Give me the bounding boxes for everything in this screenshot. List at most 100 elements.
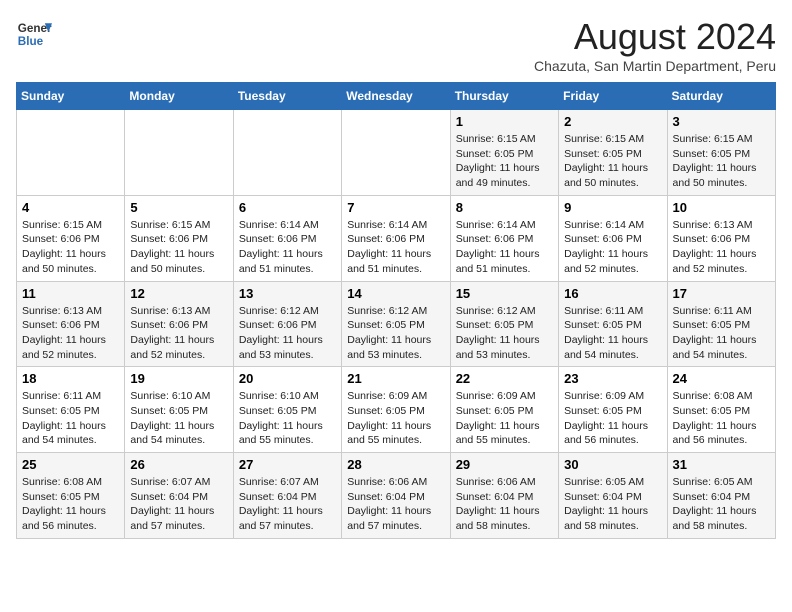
calendar-cell: 17 Sunrise: 6:11 AM Sunset: 6:05 PM Dayli… [667, 281, 775, 367]
day-info: Sunrise: 6:13 AM Sunset: 6:06 PM Dayligh… [22, 304, 119, 363]
calendar-week-row: 11Sunrise: 6:13 AM Sunset: 6:06 PM Dayli… [17, 281, 776, 367]
day-number: 16 [564, 286, 661, 301]
day-info: Sunrise: 6:14 AM Sunset: 6:06 PM Dayligh… [239, 218, 336, 277]
calendar-cell: 14 Sunrise: 6:12 AM Sunset: 6:05 PM Dayli… [342, 281, 450, 367]
calendar-cell: 12Sunrise: 6:13 AM Sunset: 6:06 PM Dayli… [125, 281, 233, 367]
calendar-week-row: 4 Sunrise: 6:15 AM Sunset: 6:06 PM Daylig… [17, 195, 776, 281]
calendar-table: SundayMondayTuesdayWednesdayThursdayFrid… [16, 82, 776, 539]
weekday-header: Wednesday [342, 83, 450, 110]
calendar-cell: 19 Sunrise: 6:10 AM Sunset: 6:05 PM Dayli… [125, 367, 233, 453]
day-info: Sunrise: 6:15 AM Sunset: 6:06 PM Dayligh… [22, 218, 119, 277]
calendar-cell: 25Sunrise: 6:08 AM Sunset: 6:05 PM Dayli… [17, 453, 125, 539]
day-info: Sunrise: 6:13 AM Sunset: 6:06 PM Dayligh… [673, 218, 770, 277]
calendar-cell [125, 110, 233, 196]
day-number: 30 [564, 457, 661, 472]
day-info: Sunrise: 6:15 AM Sunset: 6:05 PM Dayligh… [673, 132, 770, 191]
calendar-week-row: 1 Sunrise: 6:15 AM Sunset: 6:05 PM Daylig… [17, 110, 776, 196]
calendar-body: 1 Sunrise: 6:15 AM Sunset: 6:05 PM Daylig… [17, 110, 776, 539]
calendar-cell: 23 Sunrise: 6:09 AM Sunset: 6:05 PM Dayli… [559, 367, 667, 453]
day-info: Sunrise: 6:05 AM Sunset: 6:04 PM Dayligh… [673, 475, 770, 534]
day-info: Sunrise: 6:11 AM Sunset: 6:05 PM Dayligh… [673, 304, 770, 363]
day-number: 31 [673, 457, 770, 472]
day-number: 3 [673, 114, 770, 129]
location: Chazuta, San Martin Department, Peru [534, 58, 776, 74]
day-number: 7 [347, 200, 444, 215]
calendar-cell: 15 Sunrise: 6:12 AM Sunset: 6:05 PM Dayli… [450, 281, 558, 367]
calendar-cell: 16 Sunrise: 6:11 AM Sunset: 6:05 PM Dayli… [559, 281, 667, 367]
calendar-cell: 10Sunrise: 6:13 AM Sunset: 6:06 PM Dayli… [667, 195, 775, 281]
calendar-cell: 26 Sunrise: 6:07 AM Sunset: 6:04 PM Dayli… [125, 453, 233, 539]
calendar-cell: 1Sunrise: 6:15 AM Sunset: 6:05 PM Daylig… [450, 110, 558, 196]
day-info: Sunrise: 6:11 AM Sunset: 6:05 PM Dayligh… [564, 304, 661, 363]
day-number: 22 [456, 371, 553, 386]
calendar-cell: 7 Sunrise: 6:14 AM Sunset: 6:06 PM Daylig… [342, 195, 450, 281]
weekday-header: Sunday [17, 83, 125, 110]
day-info: Sunrise: 6:12 AM Sunset: 6:05 PM Dayligh… [456, 304, 553, 363]
weekday-header: Tuesday [233, 83, 341, 110]
day-number: 18 [22, 371, 119, 386]
day-info: Sunrise: 6:14 AM Sunset: 6:06 PM Dayligh… [456, 218, 553, 277]
day-info: Sunrise: 6:11 AM Sunset: 6:05 PM Dayligh… [22, 389, 119, 448]
weekday-header: Friday [559, 83, 667, 110]
title-block: August 2024 Chazuta, San Martin Departme… [534, 16, 776, 74]
day-info: Sunrise: 6:05 AM Sunset: 6:04 PM Dayligh… [564, 475, 661, 534]
day-number: 2 [564, 114, 661, 129]
day-info: Sunrise: 6:15 AM Sunset: 6:05 PM Dayligh… [564, 132, 661, 191]
day-number: 27 [239, 457, 336, 472]
day-info: Sunrise: 6:07 AM Sunset: 6:04 PM Dayligh… [130, 475, 227, 534]
day-number: 4 [22, 200, 119, 215]
day-info: Sunrise: 6:10 AM Sunset: 6:05 PM Dayligh… [130, 389, 227, 448]
day-info: Sunrise: 6:09 AM Sunset: 6:05 PM Dayligh… [347, 389, 444, 448]
day-info: Sunrise: 6:09 AM Sunset: 6:05 PM Dayligh… [564, 389, 661, 448]
weekday-header: Thursday [450, 83, 558, 110]
calendar-week-row: 18 Sunrise: 6:11 AM Sunset: 6:05 PM Dayli… [17, 367, 776, 453]
logo: General Blue [16, 16, 52, 52]
calendar-cell [233, 110, 341, 196]
day-number: 14 [347, 286, 444, 301]
day-number: 13 [239, 286, 336, 301]
day-number: 26 [130, 457, 227, 472]
page-header: General Blue August 2024 Chazuta, San Ma… [16, 16, 776, 74]
day-info: Sunrise: 6:12 AM Sunset: 6:05 PM Dayligh… [347, 304, 444, 363]
weekday-header: Saturday [667, 83, 775, 110]
day-info: Sunrise: 6:09 AM Sunset: 6:05 PM Dayligh… [456, 389, 553, 448]
calendar-cell: 28 Sunrise: 6:06 AM Sunset: 6:04 PM Dayli… [342, 453, 450, 539]
calendar-cell [17, 110, 125, 196]
day-info: Sunrise: 6:12 AM Sunset: 6:06 PM Dayligh… [239, 304, 336, 363]
day-info: Sunrise: 6:14 AM Sunset: 6:06 PM Dayligh… [347, 218, 444, 277]
day-number: 9 [564, 200, 661, 215]
calendar-cell: 4 Sunrise: 6:15 AM Sunset: 6:06 PM Daylig… [17, 195, 125, 281]
calendar-cell: 11Sunrise: 6:13 AM Sunset: 6:06 PM Dayli… [17, 281, 125, 367]
calendar-cell: 30 Sunrise: 6:05 AM Sunset: 6:04 PM Dayli… [559, 453, 667, 539]
calendar-cell: 22 Sunrise: 6:09 AM Sunset: 6:05 PM Dayli… [450, 367, 558, 453]
calendar-cell: 13 Sunrise: 6:12 AM Sunset: 6:06 PM Dayli… [233, 281, 341, 367]
day-number: 21 [347, 371, 444, 386]
calendar-cell: 29Sunrise: 6:06 AM Sunset: 6:04 PM Dayli… [450, 453, 558, 539]
day-number: 24 [673, 371, 770, 386]
day-number: 19 [130, 371, 227, 386]
day-info: Sunrise: 6:06 AM Sunset: 6:04 PM Dayligh… [347, 475, 444, 534]
weekday-row: SundayMondayTuesdayWednesdayThursdayFrid… [17, 83, 776, 110]
calendar-cell: 20Sunrise: 6:10 AM Sunset: 6:05 PM Dayli… [233, 367, 341, 453]
day-number: 8 [456, 200, 553, 215]
day-number: 5 [130, 200, 227, 215]
day-number: 28 [347, 457, 444, 472]
day-number: 17 [673, 286, 770, 301]
day-number: 6 [239, 200, 336, 215]
day-info: Sunrise: 6:07 AM Sunset: 6:04 PM Dayligh… [239, 475, 336, 534]
calendar-cell: 2 Sunrise: 6:15 AM Sunset: 6:05 PM Daylig… [559, 110, 667, 196]
day-info: Sunrise: 6:08 AM Sunset: 6:05 PM Dayligh… [22, 475, 119, 534]
calendar-cell: 8 Sunrise: 6:14 AM Sunset: 6:06 PM Daylig… [450, 195, 558, 281]
calendar-cell: 27 Sunrise: 6:07 AM Sunset: 6:04 PM Dayli… [233, 453, 341, 539]
day-info: Sunrise: 6:10 AM Sunset: 6:05 PM Dayligh… [239, 389, 336, 448]
calendar-header: SundayMondayTuesdayWednesdayThursdayFrid… [17, 83, 776, 110]
calendar-cell: 9Sunrise: 6:14 AM Sunset: 6:06 PM Daylig… [559, 195, 667, 281]
day-number: 1 [456, 114, 553, 129]
day-number: 15 [456, 286, 553, 301]
svg-text:Blue: Blue [18, 35, 44, 48]
logo-icon: General Blue [16, 16, 52, 52]
day-number: 23 [564, 371, 661, 386]
weekday-header: Monday [125, 83, 233, 110]
day-info: Sunrise: 6:06 AM Sunset: 6:04 PM Dayligh… [456, 475, 553, 534]
calendar-week-row: 25Sunrise: 6:08 AM Sunset: 6:05 PM Dayli… [17, 453, 776, 539]
